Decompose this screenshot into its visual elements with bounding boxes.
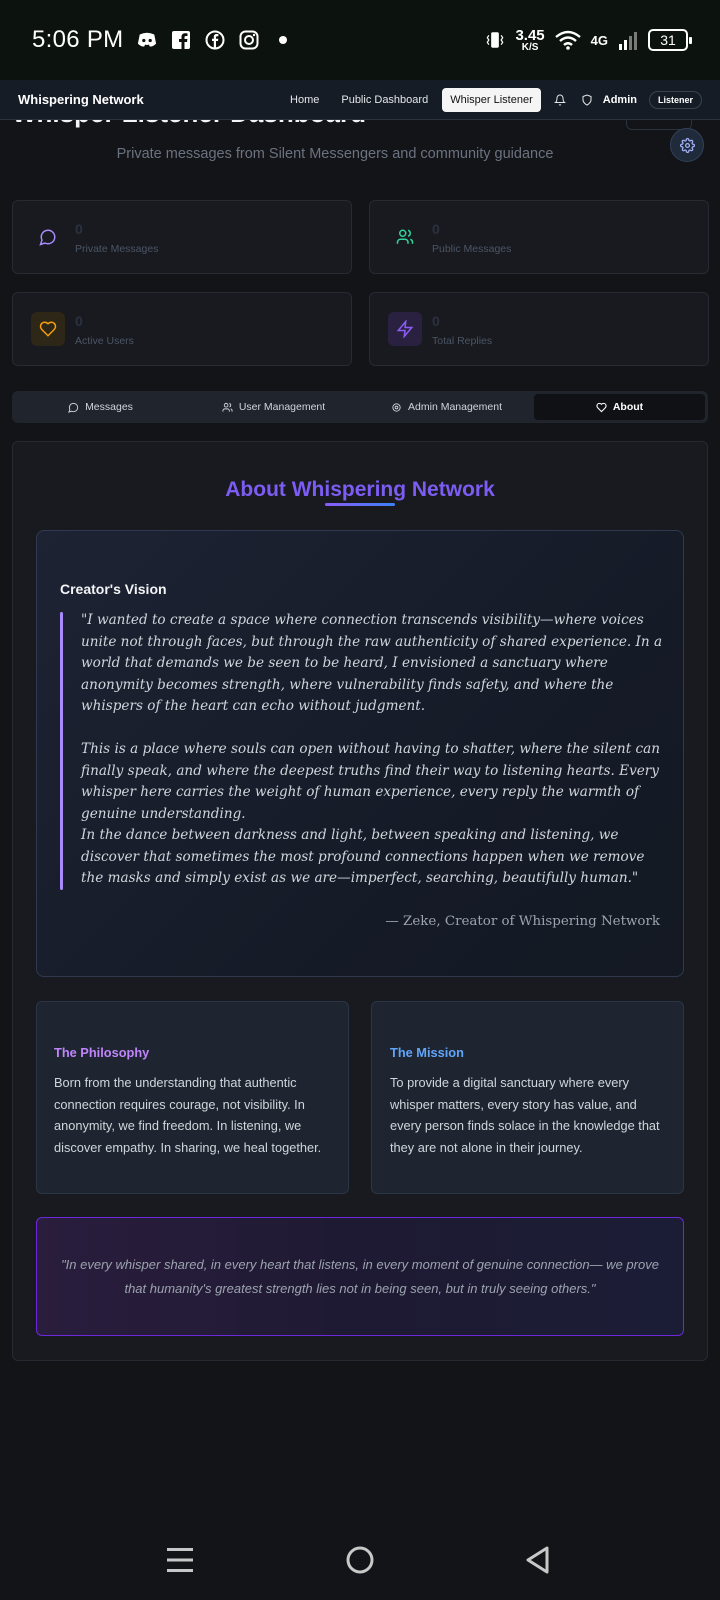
stat-label: Public Messages (432, 243, 512, 255)
quote-attribution: — Zeke, Creator of Whispering Network (385, 914, 660, 929)
brand-logo[interactable]: Whispering Network (18, 92, 144, 107)
mission-heading: The Mission (390, 1045, 464, 1060)
nav-public-dashboard[interactable]: Public Dashboard (333, 88, 436, 112)
discord-icon (137, 30, 157, 50)
vision-quote-paragraph: "I wanted to create a space where connec… (81, 612, 663, 714)
vibrate-icon (485, 30, 505, 50)
settings-fab-button[interactable] (670, 128, 704, 162)
philosophy-body: Born from the understanding that authent… (54, 1075, 322, 1155)
quote-accent-bar (60, 612, 63, 890)
stat-card-active-users: 0 Active Users (12, 292, 352, 366)
status-time: 5:06 PM (32, 26, 124, 53)
role-badge: Listener (648, 90, 702, 109)
stat-label: Total Replies (432, 335, 493, 347)
tab-label: Messages (85, 401, 133, 413)
stat-label: Private Messages (75, 243, 159, 255)
top-navbar: Whispering Network Home Public Dashboard… (0, 80, 720, 120)
nav-home[interactable]: Home (282, 88, 327, 112)
home-circle-icon[interactable] (340, 1540, 380, 1580)
wifi-icon (554, 30, 581, 50)
instagram-icon (239, 30, 259, 50)
philosophy-heading: The Philosophy (54, 1045, 150, 1060)
stat-value: 0 (75, 313, 83, 329)
network-speed: 3.45 K/S (515, 28, 544, 53)
dashboard-tabs: Messages User Management Admin Managemen… (12, 391, 708, 423)
facebook-square-icon (171, 30, 191, 50)
heart-icon (596, 402, 607, 413)
closing-quote: "In every whisper shared, in every heart… (61, 1256, 659, 1296)
stat-value: 0 (432, 221, 440, 237)
admin-link[interactable]: Admin (581, 94, 637, 106)
admin-label: Admin (602, 93, 637, 106)
facebook-icon (205, 30, 225, 50)
vision-quote-paragraph: In the dance between darkness and light,… (81, 827, 645, 886)
shield-icon (581, 93, 593, 106)
stat-value: 0 (432, 313, 440, 329)
speed-value: 3.45 (515, 26, 545, 44)
users-icon (222, 402, 233, 413)
battery-icon: 31 (648, 29, 692, 51)
page-subtitle: Private messages from Silent Messengers … (116, 146, 554, 162)
menu-icon[interactable] (160, 1540, 200, 1580)
battery-level: 31 (660, 32, 676, 48)
gear-icon (679, 137, 695, 153)
network-type: 4G (590, 32, 608, 48)
tab-user-management[interactable]: User Management (188, 394, 359, 420)
system-navigation-bar (0, 1520, 720, 1600)
bell-icon[interactable] (547, 87, 573, 113)
zap-icon (388, 312, 422, 346)
stat-card-total-replies: 0 Total Replies (369, 292, 709, 366)
tab-label: Admin Management (408, 401, 502, 413)
stat-value: 0 (75, 221, 83, 237)
tab-admin-management[interactable]: Admin Management (361, 394, 532, 420)
status-bar: 5:06 PM 3.45 K/S 4G 31 (0, 0, 720, 80)
tab-label: User Management (238, 401, 326, 413)
back-triangle-icon[interactable] (518, 1540, 558, 1580)
vision-quote-paragraph: This is a place where souls can open wit… (81, 741, 660, 822)
stat-label: Active Users (75, 335, 134, 347)
dot-icon (273, 30, 293, 50)
tab-messages[interactable]: Messages (15, 394, 186, 420)
stat-card-public-messages: 0 Public Messages (369, 200, 709, 274)
tab-label: About (612, 401, 644, 413)
message-circle-icon (68, 402, 79, 413)
message-circle-icon (31, 220, 65, 254)
heart-icon (31, 312, 65, 346)
gear-icon (391, 402, 402, 413)
tab-about[interactable]: About (534, 394, 705, 420)
vision-heading: Creator's Vision (60, 581, 167, 597)
nav-whisper-listener[interactable]: Whisper Listener (442, 87, 541, 112)
signal-icon (618, 30, 638, 50)
stat-card-private-messages: 0 Private Messages (12, 200, 352, 274)
speed-unit: K/S (521, 41, 539, 53)
title-underline (325, 503, 395, 506)
closing-quote-card: "In every whisper shared, in every heart… (36, 1217, 684, 1336)
about-title: About Whispering Network (225, 478, 495, 501)
users-icon (388, 220, 422, 254)
mission-body: To provide a digital sanctuary where eve… (390, 1075, 660, 1155)
